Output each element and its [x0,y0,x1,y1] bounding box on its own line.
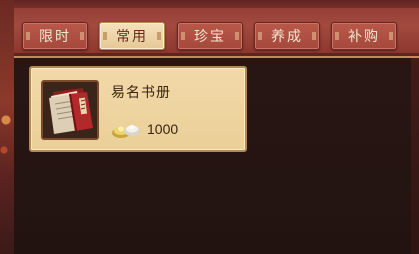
tab-cultivate[interactable]: 养成 [254,22,320,50]
background-scenery [0,0,14,254]
tab-treasure[interactable]: 珍宝 [177,22,243,50]
tab-restock[interactable]: 补购 [331,22,397,50]
red-book-icon [41,80,99,140]
item-price: 1000 [147,121,179,137]
gold-ingot-icon [110,118,142,140]
shop-item-card[interactable]: 易名书册 1000 [29,66,247,152]
item-name: 易名书册 [111,85,171,101]
tab-limited[interactable]: 限时 [22,22,88,50]
shop-screen: 限时 常用 珍宝 养成 补购 易名书册 1000 [0,0,419,254]
tab-common[interactable]: 常用 [99,22,165,50]
